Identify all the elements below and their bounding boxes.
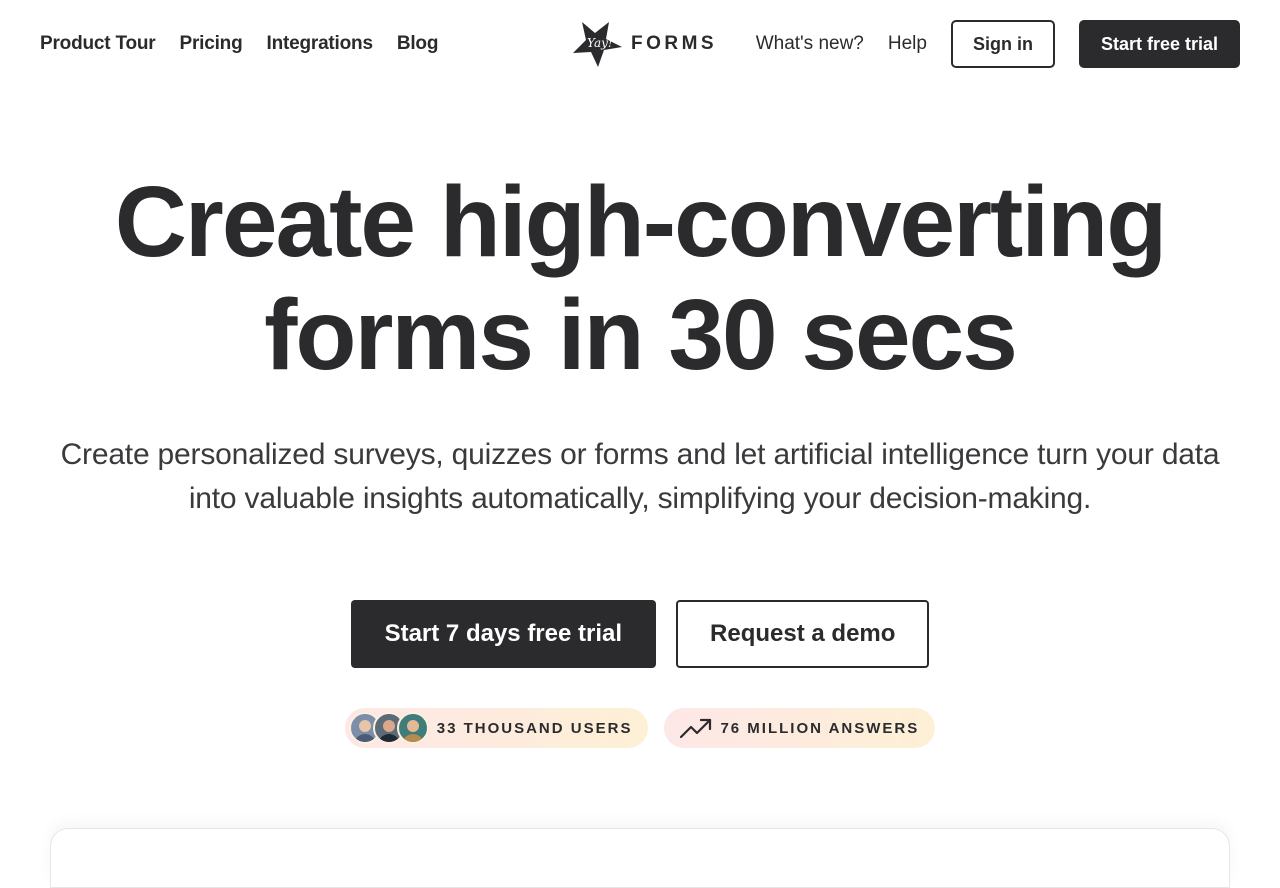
logo-mark-text: Yay! — [587, 36, 613, 50]
product-preview-card — [50, 828, 1230, 888]
brand-logo[interactable]: Yay! FORMS — [573, 20, 717, 68]
yay-star-icon: Yay! — [573, 20, 623, 68]
nav-secondary: What's new? Help Sign in Start free tria… — [756, 20, 1240, 68]
logo-wordmark: FORMS — [631, 33, 718, 54]
start-7-day-trial-button[interactable]: Start 7 days free trial — [350, 600, 657, 668]
request-demo-button[interactable]: Request a demo — [676, 600, 930, 668]
nav-primary-links: Product Tour Pricing Integrations Blog — [40, 20, 438, 68]
nav-link-integrations[interactable]: Integrations — [266, 33, 373, 55]
avatar — [396, 712, 429, 744]
hero-title: Create high-converting forms in 30 secs — [0, 166, 1280, 392]
trending-up-icon — [680, 718, 712, 739]
top-navigation: Product Tour Pricing Integrations Blog Y… — [40, 20, 1240, 68]
hero-title-line-1: Create high-converting — [114, 166, 1168, 278]
hero-title-line-2: forms in 30 secs — [264, 279, 1018, 391]
hero-subtitle: Create personalized surveys, quizzes or … — [60, 438, 1220, 515]
answers-stat-badge: 76 MILLION ANSWERS — [664, 708, 936, 748]
sign-in-button[interactable]: Sign in — [950, 20, 1055, 68]
nav-link-pricing[interactable]: Pricing — [179, 33, 242, 55]
answers-count-text: 76 MILLION ANSWERS — [720, 719, 920, 737]
nav-link-product-tour[interactable]: Product Tour — [40, 33, 156, 55]
nav-link-help[interactable]: Help — [888, 33, 927, 55]
start-free-trial-button[interactable]: Start free trial — [1078, 20, 1240, 68]
social-proof-stats: 33 THOUSAND USERS 76 MILLION ANSWERS — [0, 708, 1280, 748]
nav-link-whats-new[interactable]: What's new? — [756, 33, 864, 55]
hero-cta-group: Start 7 days free trial Request a demo — [0, 600, 1280, 668]
user-avatars — [348, 712, 429, 744]
users-count-text: 33 THOUSAND USERS — [436, 719, 633, 737]
users-stat-badge: 33 THOUSAND USERS — [344, 708, 649, 748]
nav-link-blog[interactable]: Blog — [397, 33, 439, 55]
